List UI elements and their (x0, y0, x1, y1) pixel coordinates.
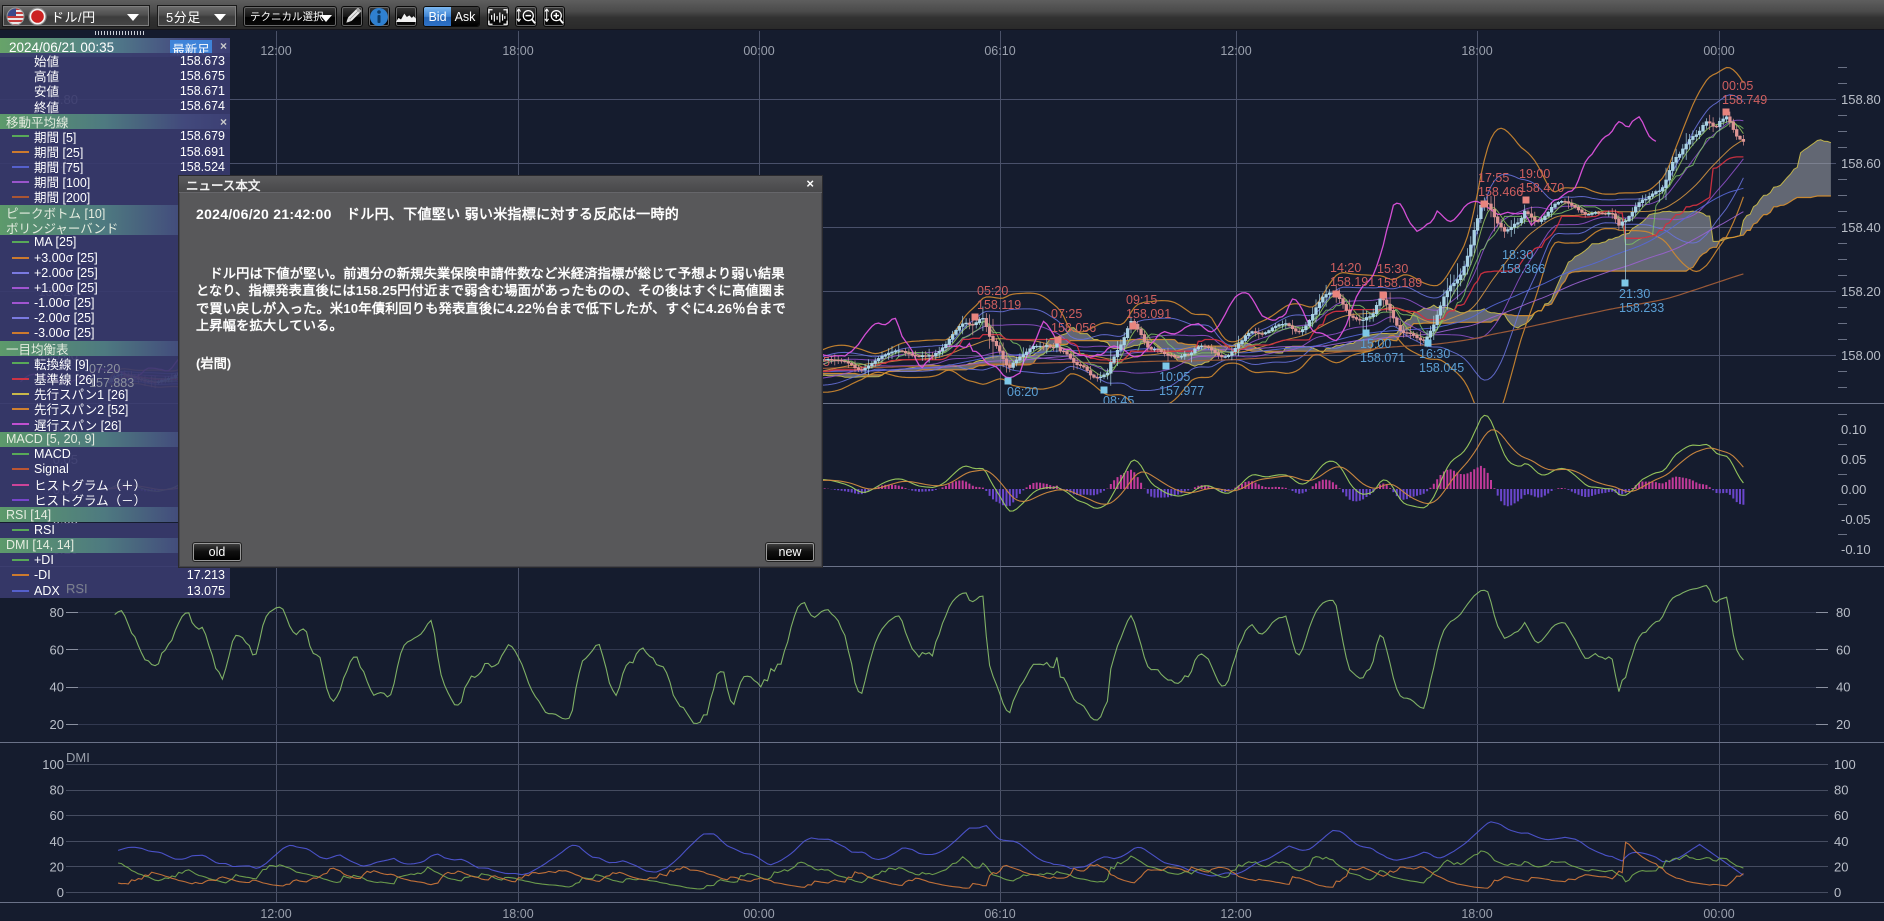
svg-text:40: 40 (1834, 834, 1848, 849)
svg-text:-0.05: -0.05 (1841, 512, 1871, 527)
svg-text:158.366: 158.366 (1500, 262, 1545, 276)
svg-text:19:00: 19:00 (1519, 167, 1550, 181)
svg-text:158.056: 158.056 (1051, 321, 1096, 335)
svg-text:60: 60 (1834, 808, 1848, 823)
svg-text:0: 0 (1834, 885, 1841, 900)
svg-text:20: 20 (1834, 859, 1848, 874)
svg-text:158.466: 158.466 (1478, 185, 1523, 199)
svg-text:18:00: 18:00 (1461, 44, 1492, 58)
svg-text:60: 60 (1836, 642, 1850, 657)
svg-text:158.119: 158.119 (977, 298, 1021, 312)
svg-text:158.071: 158.071 (1360, 351, 1405, 365)
svg-text:0: 0 (57, 885, 64, 900)
svg-text:158.60: 158.60 (1841, 156, 1881, 171)
svg-text:-0.10: -0.10 (1841, 542, 1871, 557)
svg-text:09:15: 09:15 (1126, 293, 1157, 307)
svg-text:00:05: 00:05 (1722, 79, 1753, 93)
svg-text:20: 20 (50, 717, 64, 732)
svg-text:157.977: 157.977 (1159, 384, 1204, 398)
svg-text:DMI: DMI (66, 750, 90, 765)
svg-text:80: 80 (1836, 605, 1850, 620)
svg-text:16:30: 16:30 (1419, 347, 1450, 361)
svg-text:100: 100 (42, 757, 64, 772)
svg-text:06:10: 06:10 (984, 44, 1015, 58)
svg-text:158.189: 158.189 (1377, 276, 1422, 290)
svg-text:40: 40 (50, 680, 64, 695)
svg-text:00:00: 00:00 (1703, 907, 1734, 921)
svg-text:20: 20 (50, 859, 64, 874)
svg-text:0.00: 0.00 (1841, 482, 1866, 497)
svg-text:20: 20 (1836, 717, 1850, 732)
svg-text:12:00: 12:00 (260, 44, 291, 58)
svg-text:40: 40 (1836, 680, 1850, 695)
svg-text:18:00: 18:00 (1461, 907, 1492, 921)
svg-text:0.05: 0.05 (1841, 452, 1866, 467)
svg-text:158.00: 158.00 (1841, 348, 1881, 363)
svg-text:06:10: 06:10 (984, 907, 1015, 921)
svg-text:21:30: 21:30 (1619, 287, 1650, 301)
svg-text:18:00: 18:00 (502, 44, 533, 58)
svg-text:100: 100 (1834, 757, 1856, 772)
svg-text:80: 80 (50, 783, 64, 798)
svg-text:10:05: 10:05 (1159, 370, 1190, 384)
svg-text:18:30: 18:30 (1502, 248, 1533, 262)
svg-text:158.191: 158.191 (1330, 275, 1375, 289)
svg-text:80: 80 (1834, 783, 1848, 798)
svg-text:12:00: 12:00 (1220, 907, 1251, 921)
svg-text:05:20: 05:20 (977, 284, 1008, 298)
svg-text:00:00: 00:00 (743, 44, 774, 58)
svg-text:14:20: 14:20 (1330, 261, 1361, 275)
svg-text:158.045: 158.045 (1419, 361, 1464, 375)
svg-text:158.20: 158.20 (1841, 284, 1881, 299)
svg-text:00:00: 00:00 (743, 907, 774, 921)
svg-text:158.091: 158.091 (1126, 307, 1171, 321)
svg-text:00:00: 00:00 (1703, 44, 1734, 58)
svg-text:15:00: 15:00 (1360, 337, 1391, 351)
svg-text:17:55: 17:55 (1478, 171, 1509, 185)
svg-text:158.80: 158.80 (1841, 92, 1881, 107)
svg-text:158.470: 158.470 (1519, 181, 1564, 195)
svg-text:60: 60 (50, 642, 64, 657)
svg-text:158.749: 158.749 (1722, 93, 1767, 107)
svg-text:12:00: 12:00 (260, 907, 291, 921)
svg-text:07:25: 07:25 (1051, 307, 1082, 321)
svg-text:40: 40 (50, 834, 64, 849)
svg-text:0.10: 0.10 (1841, 422, 1866, 437)
svg-text:60: 60 (50, 808, 64, 823)
svg-text:18:00: 18:00 (502, 907, 533, 921)
svg-text:12:00: 12:00 (1220, 44, 1251, 58)
svg-text:80: 80 (50, 605, 64, 620)
svg-text:06:20: 06:20 (1007, 385, 1038, 399)
svg-text:15:30: 15:30 (1377, 262, 1408, 276)
svg-text:158.233: 158.233 (1619, 301, 1664, 315)
svg-text:158.40: 158.40 (1841, 220, 1881, 235)
